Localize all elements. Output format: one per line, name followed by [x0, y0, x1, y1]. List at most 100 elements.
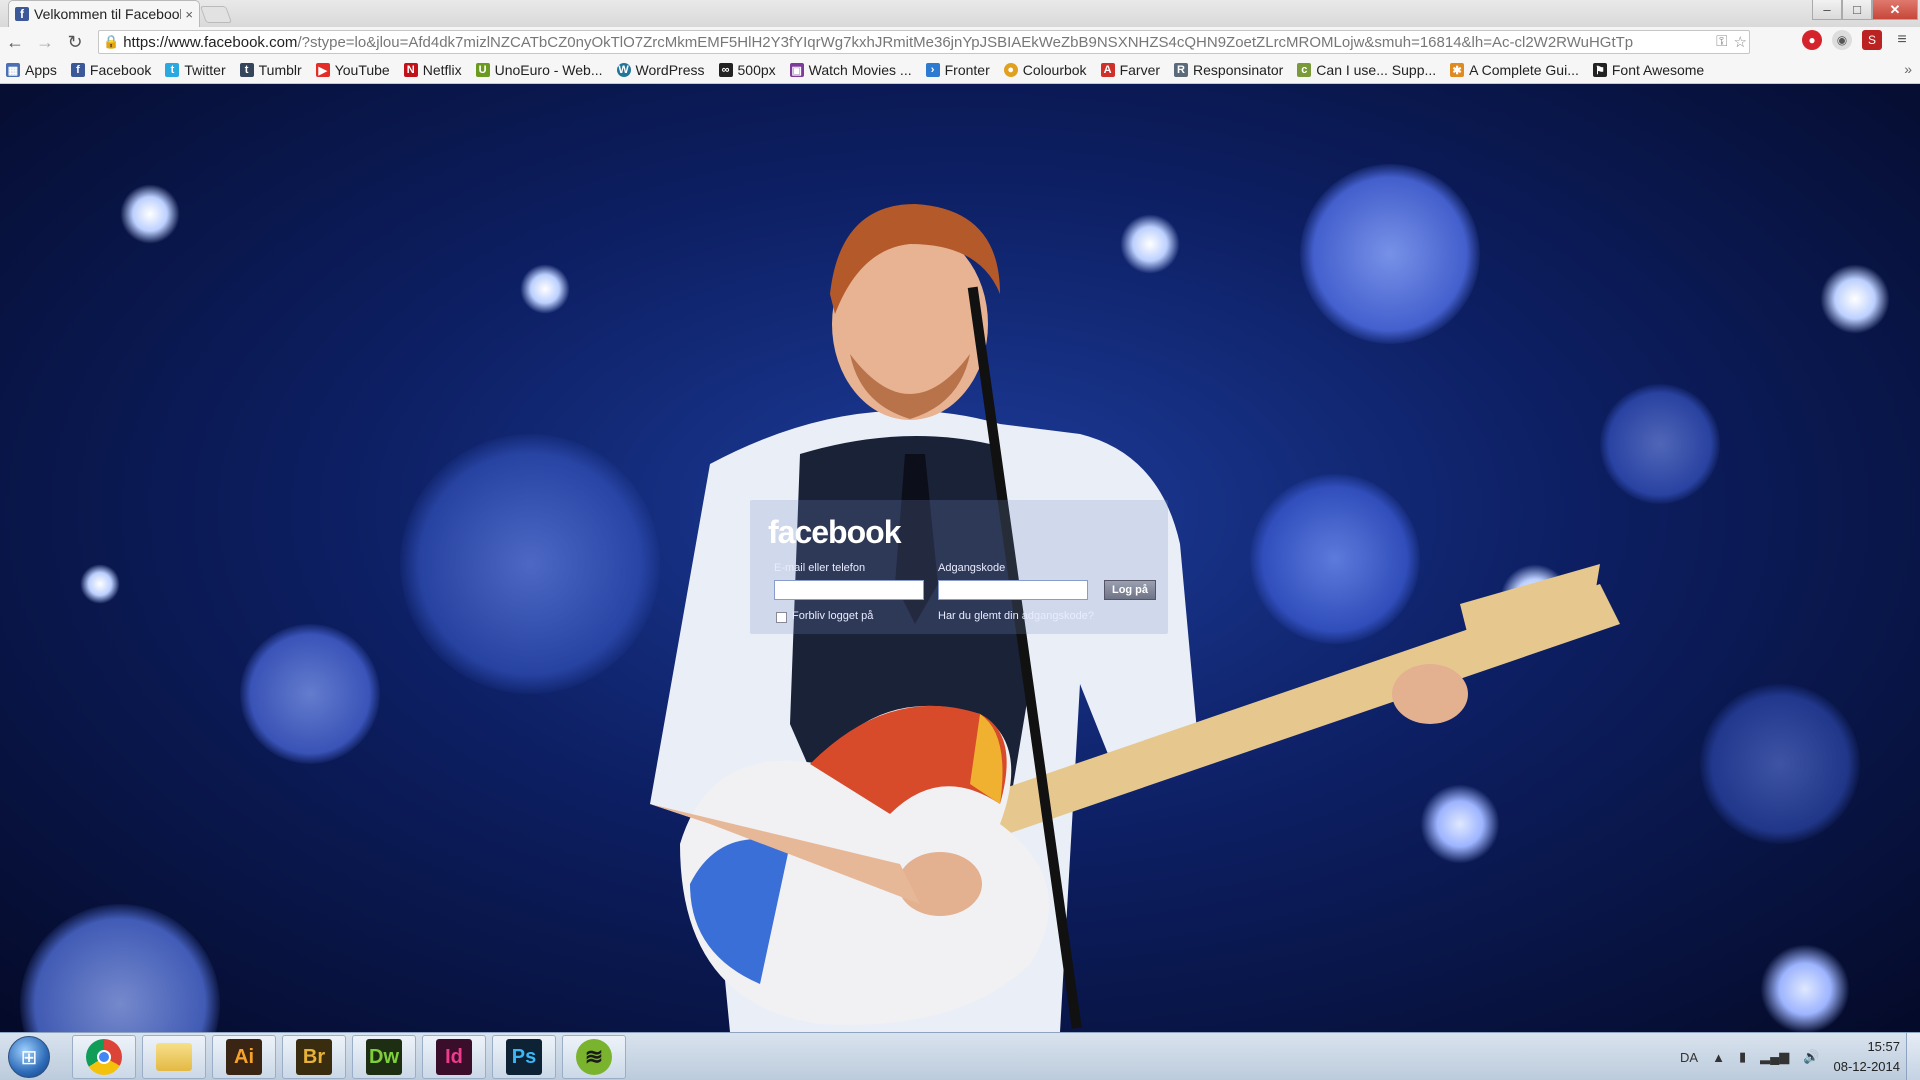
bokeh-light — [240, 624, 380, 764]
unoeuro-icon: U — [475, 63, 490, 77]
bookmark-star-icon[interactable]: ☆ — [1734, 33, 1747, 51]
start-button[interactable]: ⊞ — [8, 1036, 50, 1078]
taskbar-spotify[interactable]: ≋ — [562, 1035, 626, 1079]
taskbar-illustrator[interactable]: Ai — [212, 1035, 276, 1079]
back-icon[interactable]: ← — [0, 32, 30, 53]
bookmark-caniuse[interactable]: c Can I use... Supp... — [1297, 62, 1436, 78]
clock-time: 15:57 — [1867, 1039, 1900, 1054]
lastpass-extension-icon[interactable]: S — [1862, 30, 1882, 50]
photoshop-icon: Ps — [506, 1039, 542, 1075]
system-tray: DA ▲ ▮ ▂▄▆ 🔊 15:57 08-12-2014 — [1680, 1033, 1900, 1080]
bookmark-colourbok[interactable]: ● Colourbok — [1003, 62, 1087, 78]
clock[interactable]: 15:57 08-12-2014 — [1834, 1037, 1901, 1077]
taskbar-explorer[interactable] — [142, 1035, 206, 1079]
apps-grid-icon: ▦ — [6, 63, 20, 77]
browser-titlebar: f Velkommen til Facebook × – □ ✕ — [0, 0, 1920, 27]
facebook-login-page: facebook E-mail eller telefon Adgangskod… — [0, 84, 1920, 1032]
taskbar-indesign[interactable]: Id — [422, 1035, 486, 1079]
bookmark-apps[interactable]: ▦ Apps — [6, 62, 57, 78]
css-tricks-icon: ✱ — [1450, 63, 1465, 77]
new-tab-button[interactable] — [199, 6, 233, 23]
adblock-extension-icon[interactable]: ● — [1802, 30, 1822, 50]
address-bar[interactable]: 🔒 https://www.facebook.com /?stype=lo&jl… — [98, 30, 1750, 54]
facebook-favicon-icon: f — [15, 7, 29, 21]
forgot-password-link[interactable]: Har du glemt din adgangskode? — [938, 610, 1094, 622]
url-path: /?stype=lo&jlou=Afd4dk7mizlNZCATbCZ0nyOk… — [297, 33, 1634, 51]
bookmark-complete-guide[interactable]: ✱ A Complete Gui... — [1450, 62, 1579, 78]
battery-icon[interactable]: ▮ — [1739, 1049, 1746, 1065]
tray-expand-icon[interactable]: ▲ — [1712, 1050, 1725, 1065]
bookmark-500px[interactable]: ∞ 500px — [718, 62, 776, 78]
taskbar-bridge[interactable]: Br — [282, 1035, 346, 1079]
bookmark-tumblr[interactable]: t Tumblr — [239, 62, 302, 78]
500px-icon: ∞ — [718, 63, 733, 77]
bookmarks-bar: ▦ Apps f Facebook t Twitter t Tumblr ▶ Y… — [0, 57, 1920, 84]
facebook-logo: facebook — [768, 514, 901, 550]
illustrator-icon: Ai — [226, 1039, 262, 1075]
facebook-icon: f — [70, 63, 85, 77]
farver-icon: A — [1100, 63, 1115, 77]
wordpress-icon: W — [616, 63, 631, 77]
fronter-icon: › — [925, 63, 940, 77]
bookmark-wordpress[interactable]: W WordPress — [616, 62, 705, 78]
browser-tab[interactable]: f Velkommen til Facebook × — [8, 0, 200, 27]
bookmark-farver[interactable]: A Farver — [1100, 62, 1160, 78]
minimize-button[interactable]: – — [1812, 0, 1842, 20]
bookmark-responsinator[interactable]: R Responsinator — [1174, 62, 1283, 78]
bokeh-light — [120, 184, 180, 244]
bookmark-netflix[interactable]: N Netflix — [403, 62, 462, 78]
extension-icons: ● ◉ S ≡ — [1802, 30, 1912, 50]
password-input[interactable] — [938, 580, 1088, 600]
bookmark-unoeuro[interactable]: U UnoEuro - Web... — [475, 62, 603, 78]
login-panel: facebook E-mail eller telefon Adgangskod… — [750, 500, 1168, 634]
login-button[interactable]: Log på — [1104, 580, 1156, 600]
bokeh-light — [20, 904, 220, 1032]
bokeh-light — [1700, 684, 1860, 844]
key-icon[interactable]: ⚿ — [1716, 33, 1727, 51]
bookmark-twitter[interactable]: t Twitter — [165, 62, 226, 78]
bookmark-youtube[interactable]: ▶ YouTube — [315, 62, 390, 78]
email-label: E-mail eller telefon — [774, 562, 866, 574]
remember-me-checkbox[interactable] — [776, 612, 787, 623]
taskbar-dreamweaver[interactable]: Dw — [352, 1035, 416, 1079]
network-icon[interactable]: ▂▄▆ — [1760, 1049, 1789, 1065]
close-window-button[interactable]: ✕ — [1872, 0, 1918, 20]
bookmarks-overflow-icon[interactable]: » — [1904, 61, 1912, 77]
bookmark-facebook[interactable]: f Facebook — [70, 62, 151, 78]
taskbar-chrome[interactable] — [72, 1035, 136, 1079]
twitter-icon: t — [165, 63, 180, 77]
bookmark-watch-movies[interactable]: ▣ Watch Movies ... — [789, 62, 912, 78]
netflix-icon: N — [403, 63, 418, 77]
bokeh-light — [1820, 264, 1890, 334]
url-host: https://www.facebook.com — [123, 33, 298, 51]
window-controls: – □ ✕ — [1812, 0, 1918, 20]
bookmark-fronter[interactable]: › Fronter — [925, 62, 990, 78]
tab-close-icon[interactable]: × — [185, 7, 193, 22]
volume-icon[interactable]: 🔊 — [1803, 1049, 1819, 1065]
folder-icon — [156, 1043, 192, 1071]
show-desktop-button[interactable] — [1906, 1033, 1920, 1080]
clock-date: 08-12-2014 — [1833, 1059, 1901, 1074]
remember-me-label: Forbliv logget på — [792, 610, 874, 622]
bridge-icon: Br — [296, 1039, 332, 1075]
windows-logo-icon: ⊞ — [20, 1046, 38, 1069]
youtube-icon: ▶ — [315, 63, 330, 77]
maximize-button[interactable]: □ — [1842, 0, 1872, 20]
colourbok-icon: ● — [1003, 63, 1018, 77]
bokeh-light — [1760, 944, 1850, 1032]
browser-toolbar: ← → ↻ 🔒 https://www.facebook.com /?stype… — [0, 27, 1920, 57]
chrome-icon — [86, 1039, 122, 1075]
extension-icon[interactable]: ◉ — [1832, 30, 1852, 50]
dreamweaver-icon: Dw — [366, 1039, 402, 1075]
tab-title: Velkommen til Facebook — [34, 6, 182, 22]
responsinator-icon: R — [1174, 63, 1189, 77]
spotify-icon: ≋ — [576, 1039, 612, 1075]
forward-icon[interactable]: → — [30, 32, 60, 53]
menu-icon[interactable]: ≡ — [1892, 30, 1912, 50]
language-indicator[interactable]: DA — [1680, 1050, 1698, 1065]
bookmark-font-awesome[interactable]: ⚑ Font Awesome — [1592, 62, 1704, 78]
reload-icon[interactable]: ↻ — [60, 32, 90, 53]
email-input[interactable] — [774, 580, 924, 600]
tumblr-icon: t — [239, 63, 254, 77]
taskbar-photoshop[interactable]: Ps — [492, 1035, 556, 1079]
